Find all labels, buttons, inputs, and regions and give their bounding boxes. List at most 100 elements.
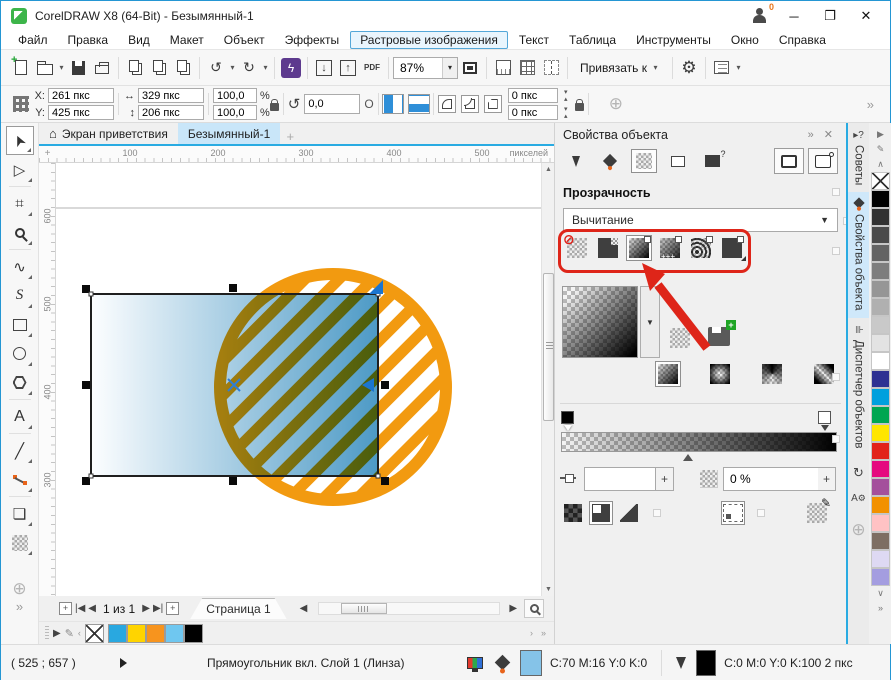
target-fill-button[interactable]: [589, 501, 613, 525]
y-position-field[interactable]: [48, 105, 114, 120]
horizontal-scroll-thumb[interactable]: [341, 603, 387, 614]
tab-object-properties[interactable]: Свойства объекта: [848, 192, 869, 318]
tab-summary[interactable]: ?: [699, 149, 725, 173]
snap-to-button[interactable]: Привязать к ▾: [572, 56, 668, 80]
rotation-angle-field[interactable]: [304, 94, 360, 114]
color-swatch[interactable]: [871, 532, 890, 550]
text-settings-icon[interactable]: A⚙: [851, 493, 866, 504]
object-width-field[interactable]: [138, 88, 204, 103]
gradient-stop-end[interactable]: [818, 411, 831, 424]
palette-scroll-down[interactable]: ∨: [877, 586, 884, 601]
target-outline-button[interactable]: [617, 501, 641, 525]
previous-page-button[interactable]: ◀: [88, 603, 96, 614]
copy-button[interactable]: [147, 56, 171, 80]
transparency-tool[interactable]: [6, 528, 34, 557]
conical-fountain-button[interactable]: [759, 361, 785, 387]
menu-item[interactable]: Вид: [119, 32, 159, 48]
color-swatch[interactable]: [871, 316, 890, 334]
color-swatch[interactable]: [871, 262, 890, 280]
status-play-icon[interactable]: [120, 658, 127, 668]
add-page-before-button[interactable]: +: [59, 602, 72, 615]
docker-close-icon[interactable]: ✕: [819, 128, 838, 141]
palette-flyout-button[interactable]: ▶: [53, 628, 61, 639]
palette-scroll-up[interactable]: ∧: [877, 157, 884, 172]
publish-pdf-button[interactable]: PDF: [360, 56, 384, 80]
minimize-button[interactable]: ─: [780, 5, 808, 27]
target-fill-outline-button[interactable]: [561, 501, 585, 525]
corner-radius-2-field[interactable]: [508, 105, 558, 120]
gradient-slider-bar[interactable]: [561, 432, 837, 452]
palette-scroll-right[interactable]: ›: [530, 628, 533, 638]
bitmap-transparency-button[interactable]: [719, 235, 745, 261]
palette-edit-icon[interactable]: ✎: [877, 142, 885, 157]
fill-color-swatch[interactable]: [520, 650, 542, 676]
fountain-transparency-button[interactable]: [626, 235, 652, 261]
corner-radius-1-field[interactable]: [508, 88, 558, 103]
color-swatch[interactable]: [871, 244, 890, 262]
radius-2-stepper[interactable]: ▾▴: [561, 106, 571, 120]
first-page-button[interactable]: |◀: [75, 603, 85, 614]
open-button[interactable]: [33, 56, 57, 80]
object-position-button[interactable]: [9, 92, 33, 116]
node-position-field[interactable]: [584, 467, 656, 491]
color-swatch[interactable]: [871, 550, 890, 568]
zoom-tool[interactable]: [6, 218, 34, 247]
doc-color-swatch[interactable]: [127, 624, 146, 643]
revert-docker-icon[interactable]: ↻: [853, 465, 864, 481]
menu-item[interactable]: Файл: [9, 32, 57, 48]
vertical-scroll-thumb[interactable]: [543, 273, 554, 421]
pattern-transparency-button[interactable]: [657, 235, 683, 261]
freehand-tool[interactable]: ∿: [6, 252, 34, 281]
print-button[interactable]: [90, 56, 114, 80]
show-guidelines-button[interactable]: [539, 56, 563, 80]
fullscreen-preview-button[interactable]: [458, 56, 482, 80]
color-swatch[interactable]: [871, 388, 890, 406]
tab-frame[interactable]: [665, 149, 691, 173]
color-swatch[interactable]: [871, 226, 890, 244]
palette-flyout-icon[interactable]: ▶: [877, 127, 884, 142]
tab-untitled-document[interactable]: Безымянный-1: [178, 123, 280, 144]
maximize-button[interactable]: ❐: [816, 5, 844, 27]
export-button[interactable]: ↑: [336, 56, 360, 80]
add-page-after-button[interactable]: +: [166, 602, 179, 615]
color-swatch[interactable]: [871, 298, 890, 316]
color-swatch[interactable]: [871, 568, 890, 586]
app-launcher-button[interactable]: ϟ: [279, 56, 303, 80]
color-swatch[interactable]: [871, 496, 890, 514]
x-position-field[interactable]: [48, 88, 114, 103]
palette-pencil-icon[interactable]: ✎: [65, 627, 74, 640]
doc-color-swatch[interactable]: [146, 624, 165, 643]
color-swatch[interactable]: [871, 460, 890, 478]
tab-outline[interactable]: [563, 149, 589, 173]
tab-hints[interactable]: ▸? Советы: [848, 123, 869, 192]
connector-tool[interactable]: [6, 465, 34, 494]
drop-shadow-tool[interactable]: ❏: [6, 499, 34, 528]
corner-radius-lock-icon[interactable]: [575, 103, 584, 111]
palette-expand[interactable]: »: [878, 601, 883, 616]
elliptical-fountain-button[interactable]: [707, 361, 733, 387]
show-rulers-button[interactable]: [491, 56, 515, 80]
frame-preview-button[interactable]: [808, 148, 838, 174]
shape-tool[interactable]: ▷: [6, 155, 34, 184]
color-swatch[interactable]: [871, 352, 890, 370]
object-height-field[interactable]: [138, 105, 204, 120]
color-swatch[interactable]: [871, 442, 890, 460]
menu-item[interactable]: Растровые изображения: [350, 31, 508, 49]
zoom-level-input[interactable]: [394, 61, 442, 75]
vertical-ruler[interactable]: 600500400300: [39, 163, 56, 596]
color-proof-icon[interactable]: [467, 657, 483, 669]
docker-collapse-chevron[interactable]: »: [803, 129, 819, 141]
propbar-overflow-chevron[interactable]: »: [867, 97, 874, 112]
color-swatch[interactable]: [871, 424, 890, 442]
linear-fountain-button[interactable]: [655, 361, 681, 387]
redo-dropdown[interactable]: ▾: [261, 63, 270, 72]
round-corner-button[interactable]: [438, 95, 456, 113]
zoom-fit-button[interactable]: [524, 599, 544, 618]
vertical-scrollbar[interactable]: ▲ ▼: [541, 163, 554, 596]
tab-transparency[interactable]: [631, 149, 657, 173]
toolbox-overflow-chevron[interactable]: »: [16, 599, 23, 614]
crop-tool[interactable]: ⌗: [6, 189, 34, 218]
menu-item[interactable]: Окно: [722, 32, 768, 48]
menu-item[interactable]: Макет: [161, 32, 213, 48]
tab-object-manager[interactable]: ⊪ Диспетчер объектов: [848, 318, 869, 455]
